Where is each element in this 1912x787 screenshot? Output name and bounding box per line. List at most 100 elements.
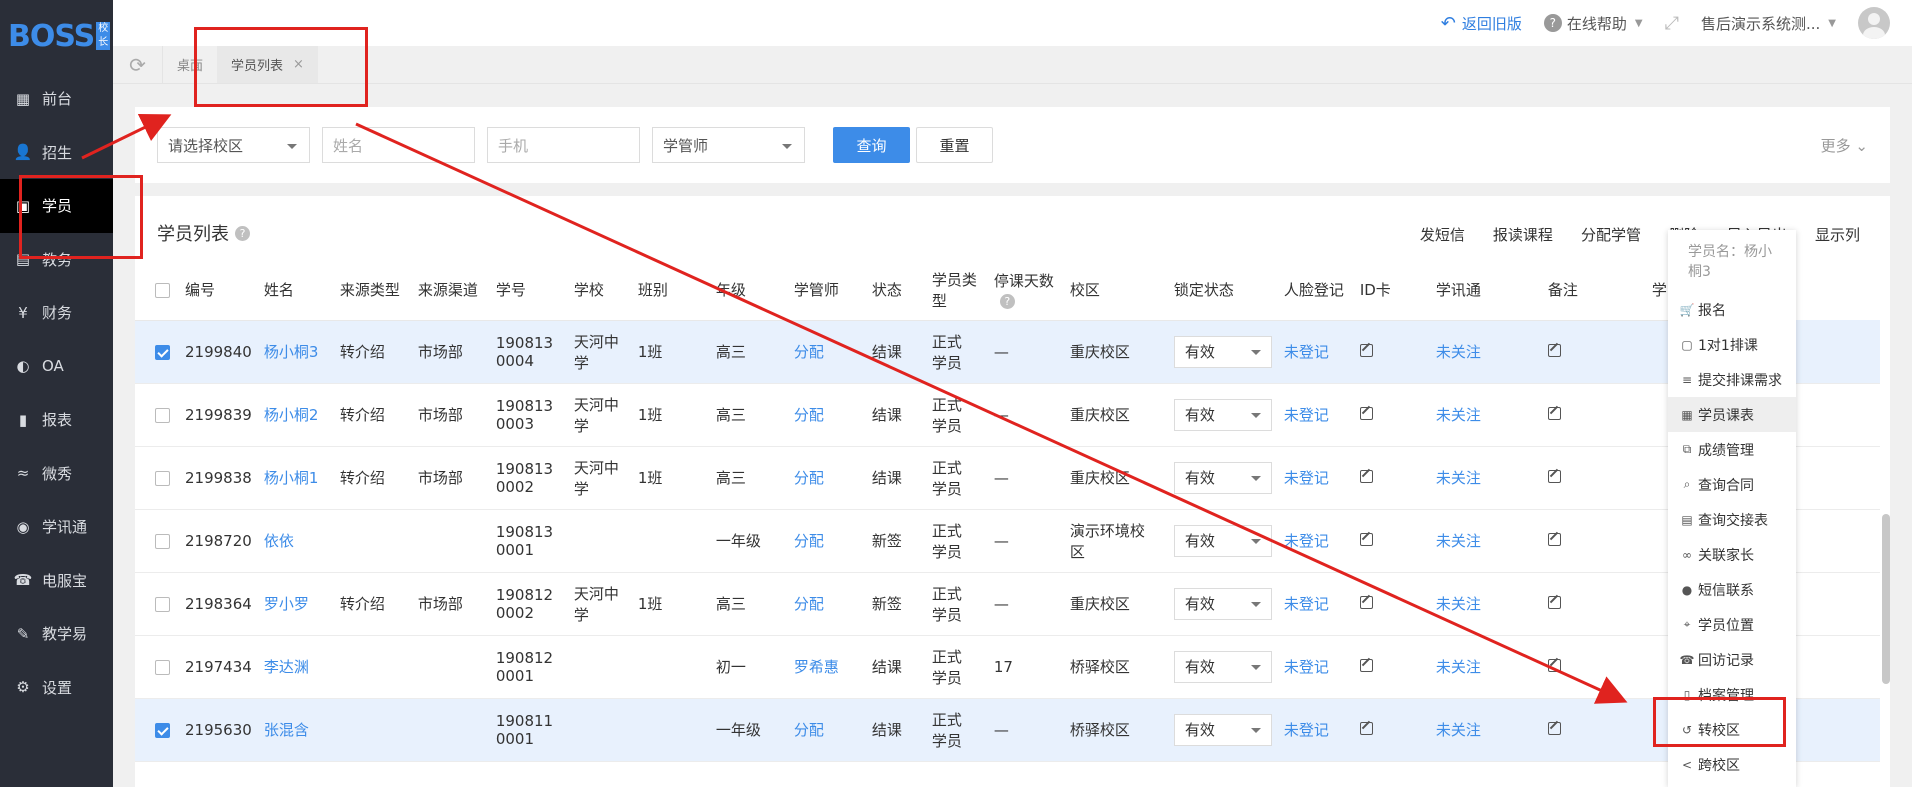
checkbox[interactable] — [155, 659, 170, 675]
cell-manager[interactable]: 分配 — [787, 509, 866, 573]
edit-icon[interactable] — [1359, 469, 1373, 483]
manager-select[interactable]: 学管师 — [652, 127, 805, 163]
back-old-version-link[interactable]: ↶ 返回旧版 — [1441, 13, 1522, 34]
assign-manager-link[interactable]: 分配 — [794, 721, 824, 739]
row-select[interactable] — [135, 698, 179, 762]
table-row[interactable]: 2199838 杨小桐1 转介绍 市场部 1908130002 天河中学 1班 高三 分配 结课正… — [135, 446, 1880, 510]
edit-icon[interactable] — [1359, 721, 1373, 735]
face-register-link[interactable]: 未登记 — [1284, 595, 1329, 613]
campus-select[interactable]: 请选择校区 — [157, 127, 310, 163]
sidebar-item-10[interactable]: ✎ 教学易 — [0, 607, 113, 661]
student-name-link[interactable]: 杨小桐2 — [264, 406, 319, 424]
table-row[interactable]: 2199839 杨小桐2 转介绍 市场部 1908130003 天河中学 1班 高三 分配 结课正… — [135, 383, 1880, 447]
phone-input[interactable]: 手机 — [487, 127, 640, 163]
cell-face[interactable]: 未登记 — [1277, 446, 1354, 510]
cell-manager[interactable]: 罗希惠 — [787, 635, 866, 699]
face-register-link[interactable]: 未登记 — [1284, 469, 1329, 487]
cell-lock[interactable]: 有效 — [1167, 383, 1278, 447]
logo[interactable]: BOSS 校长 — [0, 0, 113, 72]
menu-item-8[interactable]: ● 短信联系 — [1668, 572, 1796, 607]
cell-manager[interactable]: 分配 — [787, 383, 866, 447]
more-filters-toggle[interactable]: 更多 ⌄ — [1821, 135, 1868, 156]
cell-face[interactable]: 未登记 — [1277, 509, 1354, 573]
query-button[interactable]: 查询 — [833, 127, 910, 163]
cell-remark[interactable] — [1541, 383, 1646, 447]
action-button-5[interactable]: 显示列 — [1815, 224, 1860, 245]
menu-item-13[interactable]: < 跨校区 — [1668, 747, 1796, 782]
cell-manager[interactable]: 分配 — [787, 446, 866, 510]
student-name-link[interactable]: 罗小罗 — [264, 595, 309, 613]
lock-status-select[interactable]: 有效 — [1173, 335, 1272, 368]
cell-manager[interactable]: 分配 — [787, 320, 866, 384]
reset-button[interactable]: 重置 — [916, 127, 993, 163]
vertical-scrollbar[interactable] — [1882, 514, 1890, 684]
sidebar-item-9[interactable]: ☎ 电服宝 — [0, 554, 113, 608]
sidebar-item-8[interactable]: ◉ 学讯通 — [0, 500, 113, 554]
header-select-all[interactable] — [135, 260, 179, 321]
edit-icon[interactable] — [1547, 595, 1561, 609]
sidebar-item-4[interactable]: ¥ 财务 — [0, 286, 113, 340]
cell-remark[interactable] — [1541, 572, 1646, 636]
sidebar-item-6[interactable]: ▮ 报表 — [0, 393, 113, 447]
refresh-icon[interactable]: ⟳ — [113, 46, 163, 83]
cell-xuntong[interactable]: 未关注 — [1429, 635, 1542, 699]
student-name-link[interactable]: 杨小桐1 — [264, 469, 319, 487]
lock-status-select[interactable]: 有效 — [1173, 461, 1272, 494]
cell-name[interactable]: 张混含 — [257, 698, 334, 762]
user-menu[interactable]: 售后演示系统测... ▼ — [1701, 13, 1836, 34]
cell-idcard[interactable] — [1353, 572, 1430, 636]
cell-remark[interactable] — [1541, 698, 1646, 762]
cell-idcard[interactable] — [1353, 446, 1430, 510]
student-name-link[interactable]: 杨小桐3 — [264, 343, 319, 361]
table-row[interactable]: 2198720 依依 1908130001 一年级 分配 新签 正式学员 — 演示环境校区 有效未… — [135, 509, 1880, 573]
lock-status-select[interactable]: 有效 — [1173, 713, 1272, 746]
cell-lock[interactable]: 有效 — [1167, 446, 1278, 510]
cell-idcard[interactable] — [1353, 383, 1430, 447]
menu-item-4[interactable]: ⧉ 成绩管理 — [1668, 432, 1796, 467]
menu-item-2[interactable]: ≡ 提交排课需求 — [1668, 362, 1796, 397]
lock-status-select[interactable]: 有效 — [1173, 398, 1272, 431]
cell-xuntong[interactable]: 未关注 — [1429, 446, 1542, 510]
cell-remark[interactable] — [1541, 509, 1646, 573]
cell-manager[interactable]: 分配 — [787, 572, 866, 636]
menu-item-10[interactable]: ☎ 回访记录 — [1668, 642, 1796, 677]
wechat-follow-link[interactable]: 未关注 — [1436, 658, 1481, 676]
cell-name[interactable]: 依依 — [257, 509, 334, 573]
lock-status-select[interactable]: 有效 — [1173, 524, 1272, 557]
row-select[interactable] — [135, 572, 179, 636]
cell-name[interactable]: 杨小桐2 — [257, 383, 334, 447]
action-button-2[interactable]: 分配学管 — [1581, 224, 1641, 245]
face-register-link[interactable]: 未登记 — [1284, 343, 1329, 361]
checkbox[interactable] — [155, 596, 170, 612]
cell-face[interactable]: 未登记 — [1277, 635, 1354, 699]
row-select[interactable] — [135, 635, 179, 699]
assign-manager-link[interactable]: 分配 — [794, 532, 824, 550]
cell-xuntong[interactable]: 未关注 — [1429, 572, 1542, 636]
edit-icon[interactable] — [1547, 532, 1561, 546]
cell-xuntong[interactable]: 未关注 — [1429, 509, 1542, 573]
cell-lock[interactable]: 有效 — [1167, 635, 1278, 699]
online-help-menu[interactable]: ? 在线帮助 ▼ — [1543, 13, 1643, 34]
table-row[interactable]: 2199840 杨小桐3 转介绍 市场部 1908130004 天河中学 1班 高三 分配 结课正… — [135, 320, 1880, 384]
cell-face[interactable]: 未登记 — [1277, 320, 1354, 384]
cell-idcard[interactable] — [1353, 635, 1430, 699]
face-register-link[interactable]: 未登记 — [1284, 406, 1329, 424]
edit-icon[interactable] — [1547, 469, 1561, 483]
edit-icon[interactable] — [1547, 658, 1561, 672]
cell-manager[interactable]: 分配 — [787, 698, 866, 762]
menu-item-9[interactable]: ⌖ 学员位置 — [1668, 607, 1796, 642]
edit-icon[interactable] — [1359, 343, 1373, 357]
sidebar-item-7[interactable]: ≈ 微秀 — [0, 447, 113, 501]
cell-name[interactable]: 李达渊 — [257, 635, 334, 699]
cell-xuntong[interactable]: 未关注 — [1429, 383, 1542, 447]
assign-manager-link[interactable]: 分配 — [794, 406, 824, 424]
face-register-link[interactable]: 未登记 — [1284, 721, 1329, 739]
name-input[interactable]: 姓名 — [322, 127, 475, 163]
help-icon[interactable]: ? — [999, 294, 1015, 310]
assign-manager-link[interactable]: 分配 — [794, 595, 824, 613]
checkbox[interactable] — [155, 533, 170, 549]
edit-icon[interactable] — [1547, 721, 1561, 735]
cell-name[interactable]: 杨小桐1 — [257, 446, 334, 510]
cell-idcard[interactable] — [1353, 698, 1430, 762]
lock-status-select[interactable]: 有效 — [1173, 587, 1272, 620]
